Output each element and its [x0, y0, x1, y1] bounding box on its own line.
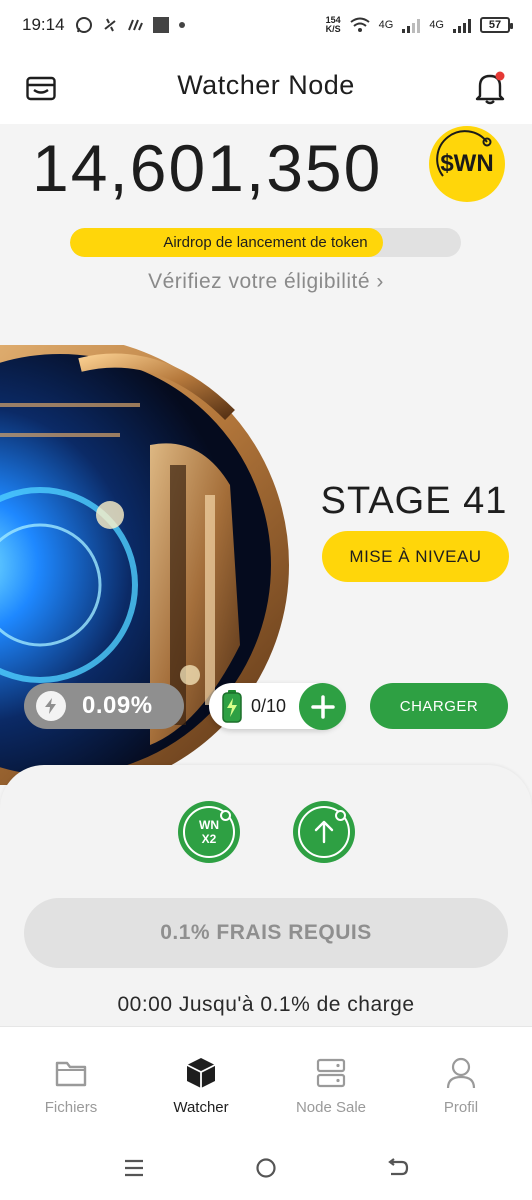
network-speed: 154 K/S: [325, 15, 341, 34]
notification-dot-icon: [178, 22, 185, 28]
network-type-2: 4G: [429, 19, 444, 31]
node-stage: STAGE 41: [320, 480, 508, 522]
cube-icon: [186, 1058, 216, 1088]
airdrop-progress-bar: Airdrop de lancement de token: [70, 228, 461, 257]
add-battery-button[interactable]: [299, 683, 346, 730]
recent-apps-icon[interactable]: [122, 1156, 146, 1180]
status-right: 154 K/S 4G 4G 57: [325, 15, 513, 34]
plus-icon: [310, 694, 335, 719]
sync-icon: [103, 18, 116, 32]
nav-label: Profil: [443, 1099, 479, 1116]
arrow-up-icon: [314, 820, 334, 844]
airdrop-label: Airdrop de lancement de token: [163, 234, 368, 251]
back-icon[interactable]: [386, 1156, 410, 1180]
battery-indicator: 57: [480, 17, 513, 33]
token-symbol: $WN: [440, 150, 494, 177]
upload-boost-button[interactable]: [293, 801, 355, 863]
system-navigation-bar: [0, 1136, 532, 1200]
page-title: Watcher Node: [177, 70, 355, 100]
charge-countdown: 00:00 Jusqu'à 0.1% de charge: [117, 993, 415, 1016]
network-type-1: 4G: [378, 19, 394, 31]
whatsapp-icon: [75, 17, 92, 33]
battery-count: 0/10: [251, 695, 287, 716]
charge-button[interactable]: CHARGER: [370, 683, 508, 729]
mining-rate-pill: 0.09%: [24, 683, 184, 729]
cell-signal-2-icon: [453, 17, 471, 33]
server-icon: [316, 1058, 346, 1088]
nav-label: Node Sale: [295, 1099, 367, 1116]
status-time: 19:14: [22, 15, 65, 34]
wifi-icon: [350, 17, 370, 32]
signal-glyph-icon: [127, 19, 143, 31]
fee-required-button[interactable]: 0.1% FRAIS REQUIS: [24, 898, 508, 968]
bottom-navigation: Fichiers Watcher Node Sale Profil: [0, 1026, 532, 1136]
nav-label: Fichiers: [44, 1099, 98, 1116]
app-header: Watcher Node: [0, 50, 532, 124]
x2-boost-label: WN X2: [199, 818, 219, 846]
cell-signal-1-icon: [402, 17, 421, 33]
wn-token-badge[interactable]: $WN: [429, 126, 505, 202]
upgrade-button[interactable]: MISE À NIVEAU: [322, 531, 509, 582]
home-icon[interactable]: [254, 1156, 278, 1180]
bell-icon[interactable]: [474, 70, 506, 106]
nav-item-watcher[interactable]: Watcher: [146, 1057, 256, 1116]
user-icon: [446, 1057, 476, 1089]
mining-rate: 0.09%: [82, 692, 153, 719]
notification-square-icon: [152, 17, 169, 33]
battery-icon: [222, 690, 242, 723]
eligibility-link[interactable]: Vérifiez votre éligibilité ›: [0, 270, 532, 294]
wn-x2-boost-button[interactable]: WN X2: [178, 801, 240, 863]
nav-item-profil[interactable]: Profil: [406, 1057, 516, 1116]
folder-icon: [55, 1061, 87, 1087]
bolt-icon: [36, 691, 66, 721]
status-bar: 19:14 154 K/S 4G 4G 57: [0, 0, 532, 50]
nav-label: Watcher: [173, 1099, 229, 1116]
nav-item-fichiers[interactable]: Fichiers: [16, 1057, 126, 1116]
token-balance: 14,601,350: [32, 131, 383, 205]
status-left: 19:14: [22, 15, 185, 35]
nav-item-node-sale[interactable]: Node Sale: [276, 1057, 386, 1116]
